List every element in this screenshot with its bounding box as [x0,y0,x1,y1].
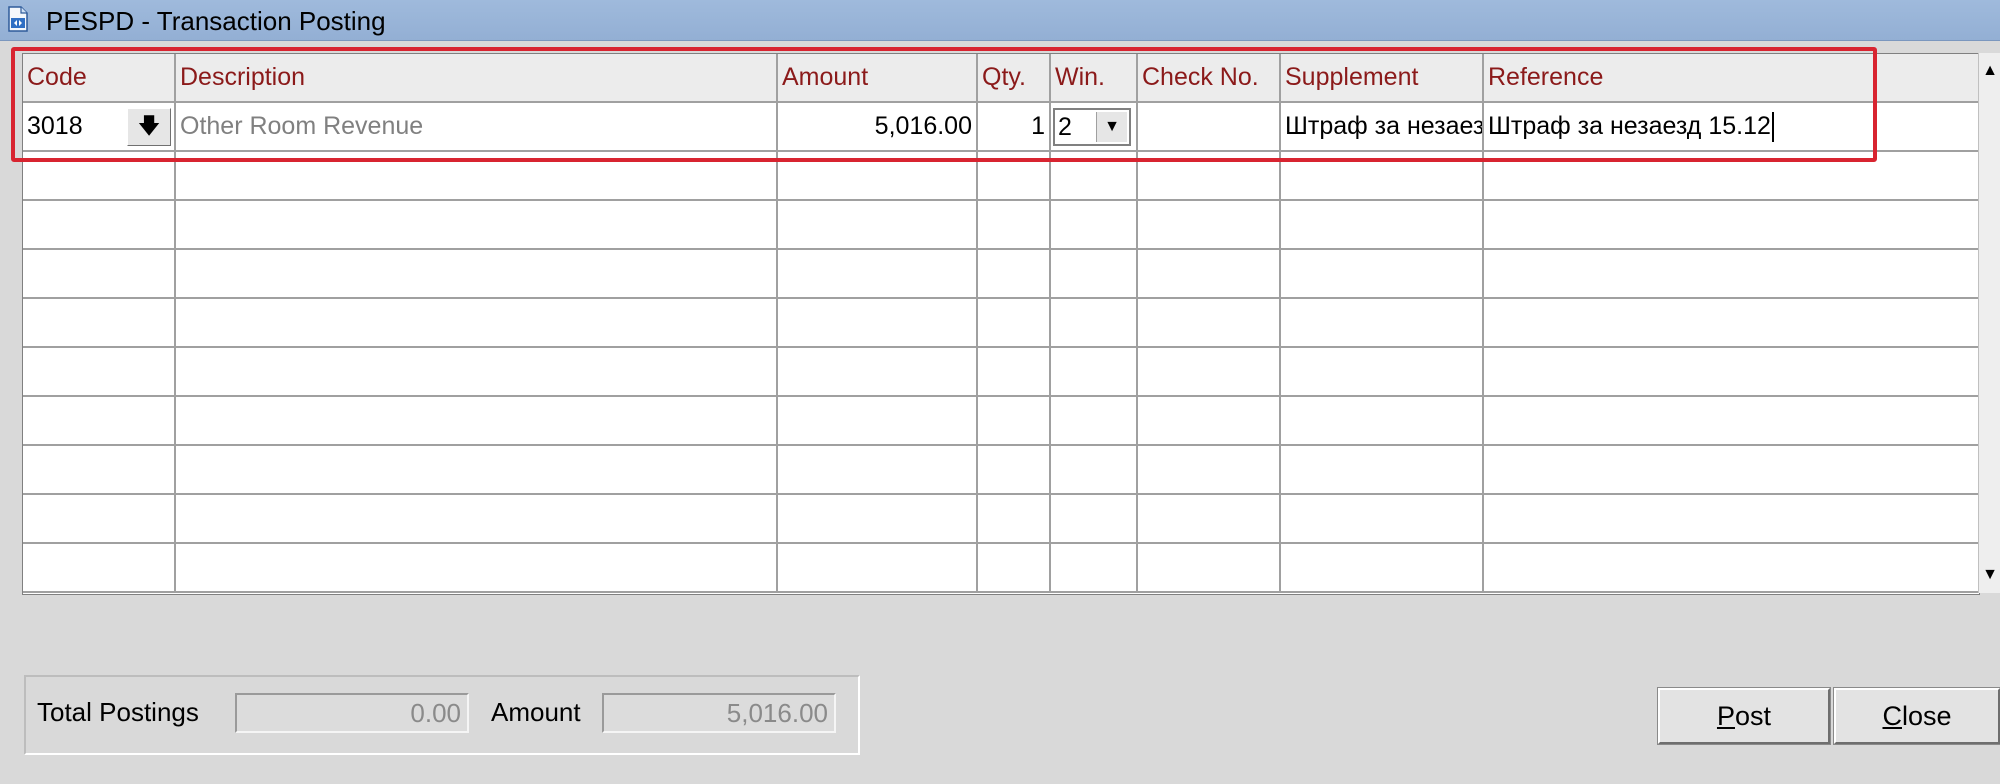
table-row[interactable] [23,348,1979,397]
supplement-cell[interactable] [1281,299,1484,348]
win-cell[interactable] [1051,544,1138,593]
description-cell[interactable] [176,201,778,250]
win-cell[interactable] [1051,299,1138,348]
post-label-rest: ost [1734,701,1772,731]
window-title: PESPD - Transaction Posting [46,6,386,36]
table-row[interactable] [23,495,1979,544]
document-icon [8,6,28,32]
code-cell[interactable] [23,544,176,593]
supplement-cell[interactable] [1281,397,1484,446]
description-cell[interactable] [176,250,778,299]
qty-cell[interactable] [978,348,1051,397]
check-no-cell[interactable] [1138,250,1281,299]
code-cell[interactable] [23,397,176,446]
post-button[interactable]: Post [1657,687,1831,745]
highlight-box [11,47,1877,162]
amount-cell[interactable] [778,495,978,544]
win-cell[interactable] [1051,495,1138,544]
check-no-cell[interactable] [1138,348,1281,397]
totals-panel: Total Postings 0.00 Amount 5,016.00 [24,675,860,755]
description-cell[interactable] [176,544,778,593]
supplement-cell[interactable] [1281,446,1484,495]
description-cell[interactable] [176,446,778,495]
supplement-cell[interactable] [1281,495,1484,544]
supplement-cell[interactable] [1281,348,1484,397]
close-accelerator: C [1882,701,1902,731]
check-no-cell[interactable] [1138,495,1281,544]
code-cell[interactable] [23,446,176,495]
amount-cell[interactable] [778,201,978,250]
amount-cell[interactable] [778,397,978,446]
total-postings-field: 0.00 [235,693,469,733]
close-button[interactable]: Close [1833,687,2000,745]
reference-cell[interactable] [1484,299,1979,348]
supplement-cell[interactable] [1281,250,1484,299]
reference-cell[interactable] [1484,348,1979,397]
check-no-cell[interactable] [1138,544,1281,593]
code-cell[interactable] [23,348,176,397]
qty-cell[interactable] [978,446,1051,495]
supplement-cell[interactable] [1281,201,1484,250]
qty-cell[interactable] [978,201,1051,250]
code-cell[interactable] [23,201,176,250]
total-postings-label: Total Postings [37,697,199,727]
reference-cell[interactable] [1484,201,1979,250]
scroll-down-arrow-icon[interactable]: ▼ [1979,557,2000,593]
close-label-rest: lose [1901,701,1952,731]
amount-cell[interactable] [778,250,978,299]
qty-cell[interactable] [978,299,1051,348]
reference-cell[interactable] [1484,397,1979,446]
description-cell[interactable] [176,299,778,348]
win-cell[interactable] [1051,446,1138,495]
reference-cell[interactable] [1484,446,1979,495]
code-cell[interactable] [23,299,176,348]
amount-field: 5,016.00 [602,693,836,733]
description-cell[interactable] [176,348,778,397]
qty-cell[interactable] [978,544,1051,593]
vertical-scrollbar[interactable]: ▲ ▼ [1978,53,2000,593]
check-no-cell[interactable] [1138,397,1281,446]
table-row[interactable] [23,201,1979,250]
title-bar: PESPD - Transaction Posting [0,0,2000,41]
reference-cell[interactable] [1484,544,1979,593]
table-row[interactable] [23,397,1979,446]
table-row[interactable] [23,250,1979,299]
description-cell[interactable] [176,397,778,446]
win-cell[interactable] [1051,348,1138,397]
amount-cell[interactable] [778,446,978,495]
reference-cell[interactable] [1484,495,1979,544]
amount-cell[interactable] [778,348,978,397]
check-no-cell[interactable] [1138,446,1281,495]
table-row[interactable] [23,544,1979,593]
post-accelerator: P [1716,701,1735,731]
code-cell[interactable] [23,495,176,544]
amount-cell[interactable] [778,544,978,593]
check-no-cell[interactable] [1138,201,1281,250]
qty-cell[interactable] [978,397,1051,446]
win-cell[interactable] [1051,250,1138,299]
win-cell[interactable] [1051,201,1138,250]
qty-cell[interactable] [978,250,1051,299]
reference-cell[interactable] [1484,250,1979,299]
table-row[interactable] [23,299,1979,348]
win-cell[interactable] [1051,397,1138,446]
amount-cell[interactable] [778,299,978,348]
description-cell[interactable] [176,495,778,544]
code-cell[interactable] [23,250,176,299]
amount-label: Amount [491,697,581,727]
scroll-up-arrow-icon[interactable]: ▲ [1979,53,2000,89]
supplement-cell[interactable] [1281,544,1484,593]
table-row[interactable] [23,446,1979,495]
check-no-cell[interactable] [1138,299,1281,348]
qty-cell[interactable] [978,495,1051,544]
